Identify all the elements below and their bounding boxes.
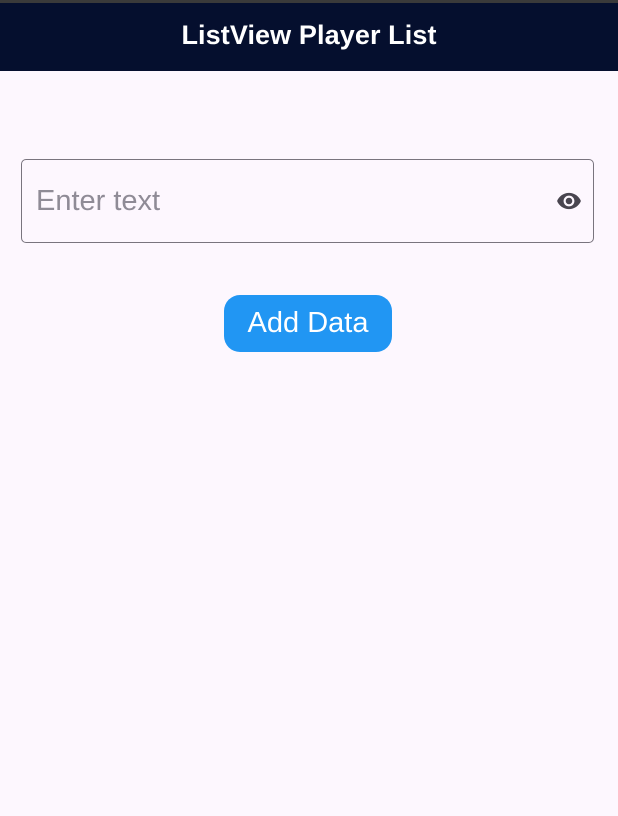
app-bar-title: ListView Player List — [181, 19, 437, 50]
text-input[interactable] — [36, 160, 546, 242]
app-bar: ListView Player List — [0, 3, 618, 71]
text-field[interactable] — [21, 159, 594, 243]
add-data-button[interactable]: Add Data — [224, 295, 392, 352]
visibility-icon[interactable] — [554, 188, 584, 214]
